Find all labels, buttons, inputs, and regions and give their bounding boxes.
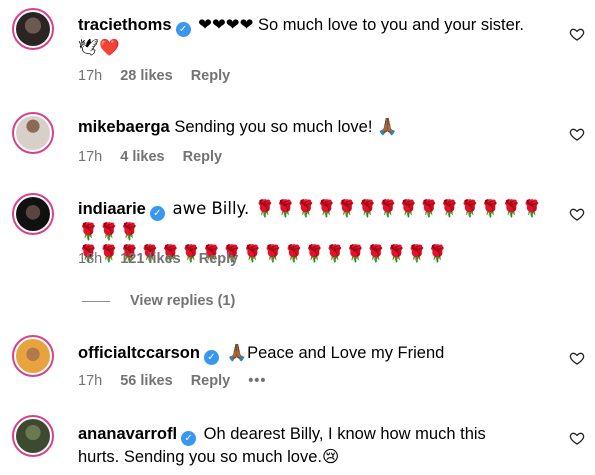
likes-count[interactable]: 56 likes	[120, 373, 172, 389]
likes-count[interactable]: 121 likes	[120, 251, 180, 267]
comment-text-continued: hurts. Sending you so much love.😢	[78, 448, 340, 466]
more-options-button[interactable]: •••	[248, 373, 266, 389]
verified-badge-icon: ✓	[149, 206, 165, 221]
avatar[interactable]	[12, 112, 54, 154]
comment-text: ❤❤❤❤ So much love to you and your sister…	[198, 16, 524, 34]
likes-count[interactable]: 4 likes	[120, 149, 164, 165]
avatar[interactable]	[12, 335, 54, 377]
comment-time[interactable]: 18h	[78, 251, 102, 267]
like-heart-icon[interactable]	[569, 430, 585, 446]
avatar[interactable]	[12, 8, 54, 50]
like-heart-icon[interactable]	[569, 206, 585, 222]
reply-button[interactable]: Reply	[199, 251, 239, 267]
comment-time[interactable]: 17h	[78, 68, 102, 84]
reply-button[interactable]: Reply	[183, 149, 223, 165]
view-replies-button[interactable]: View replies (1)	[82, 293, 235, 309]
likes-count[interactable]: 28 likes	[120, 68, 172, 84]
verified-badge-icon: ✓	[203, 350, 219, 365]
like-heart-icon[interactable]	[569, 126, 585, 142]
verified-badge-icon: ✓	[175, 22, 191, 37]
comment-text: awe Billy. 🌹🌹🌹🌹🌹🌹🌹🌹🌹🌹🌹🌹🌹🌹🌹🌹🌹	[78, 199, 543, 241]
reply-button[interactable]: Reply	[191, 373, 231, 389]
replies-divider	[82, 300, 110, 302]
comment-text: Sending you so much love! 🙏🏾	[174, 118, 398, 136]
like-heart-icon[interactable]	[569, 350, 585, 366]
comment-text: Oh dearest Billy, I know how much this	[203, 425, 486, 443]
comment-username[interactable]: officialtccarson	[78, 344, 200, 362]
verified-badge-icon: ✓	[181, 431, 197, 446]
avatar[interactable]	[12, 415, 54, 457]
reply-button[interactable]: Reply	[191, 68, 231, 84]
comment-time[interactable]: 17h	[78, 149, 102, 165]
comment-time[interactable]: 17h	[78, 373, 102, 389]
comment-username[interactable]: ananavarrofl	[78, 425, 177, 443]
comment-text: 🙏🏾Peace and Love my Friend	[226, 344, 445, 362]
comment-username[interactable]: indiaarie	[78, 200, 146, 218]
comment-username[interactable]: traciethoms	[78, 16, 172, 34]
comment-username[interactable]: mikebaerga	[78, 118, 170, 136]
comment-text-continued: 🕊❤️	[78, 38, 120, 57]
like-heart-icon[interactable]	[569, 26, 585, 42]
avatar[interactable]	[12, 193, 54, 235]
